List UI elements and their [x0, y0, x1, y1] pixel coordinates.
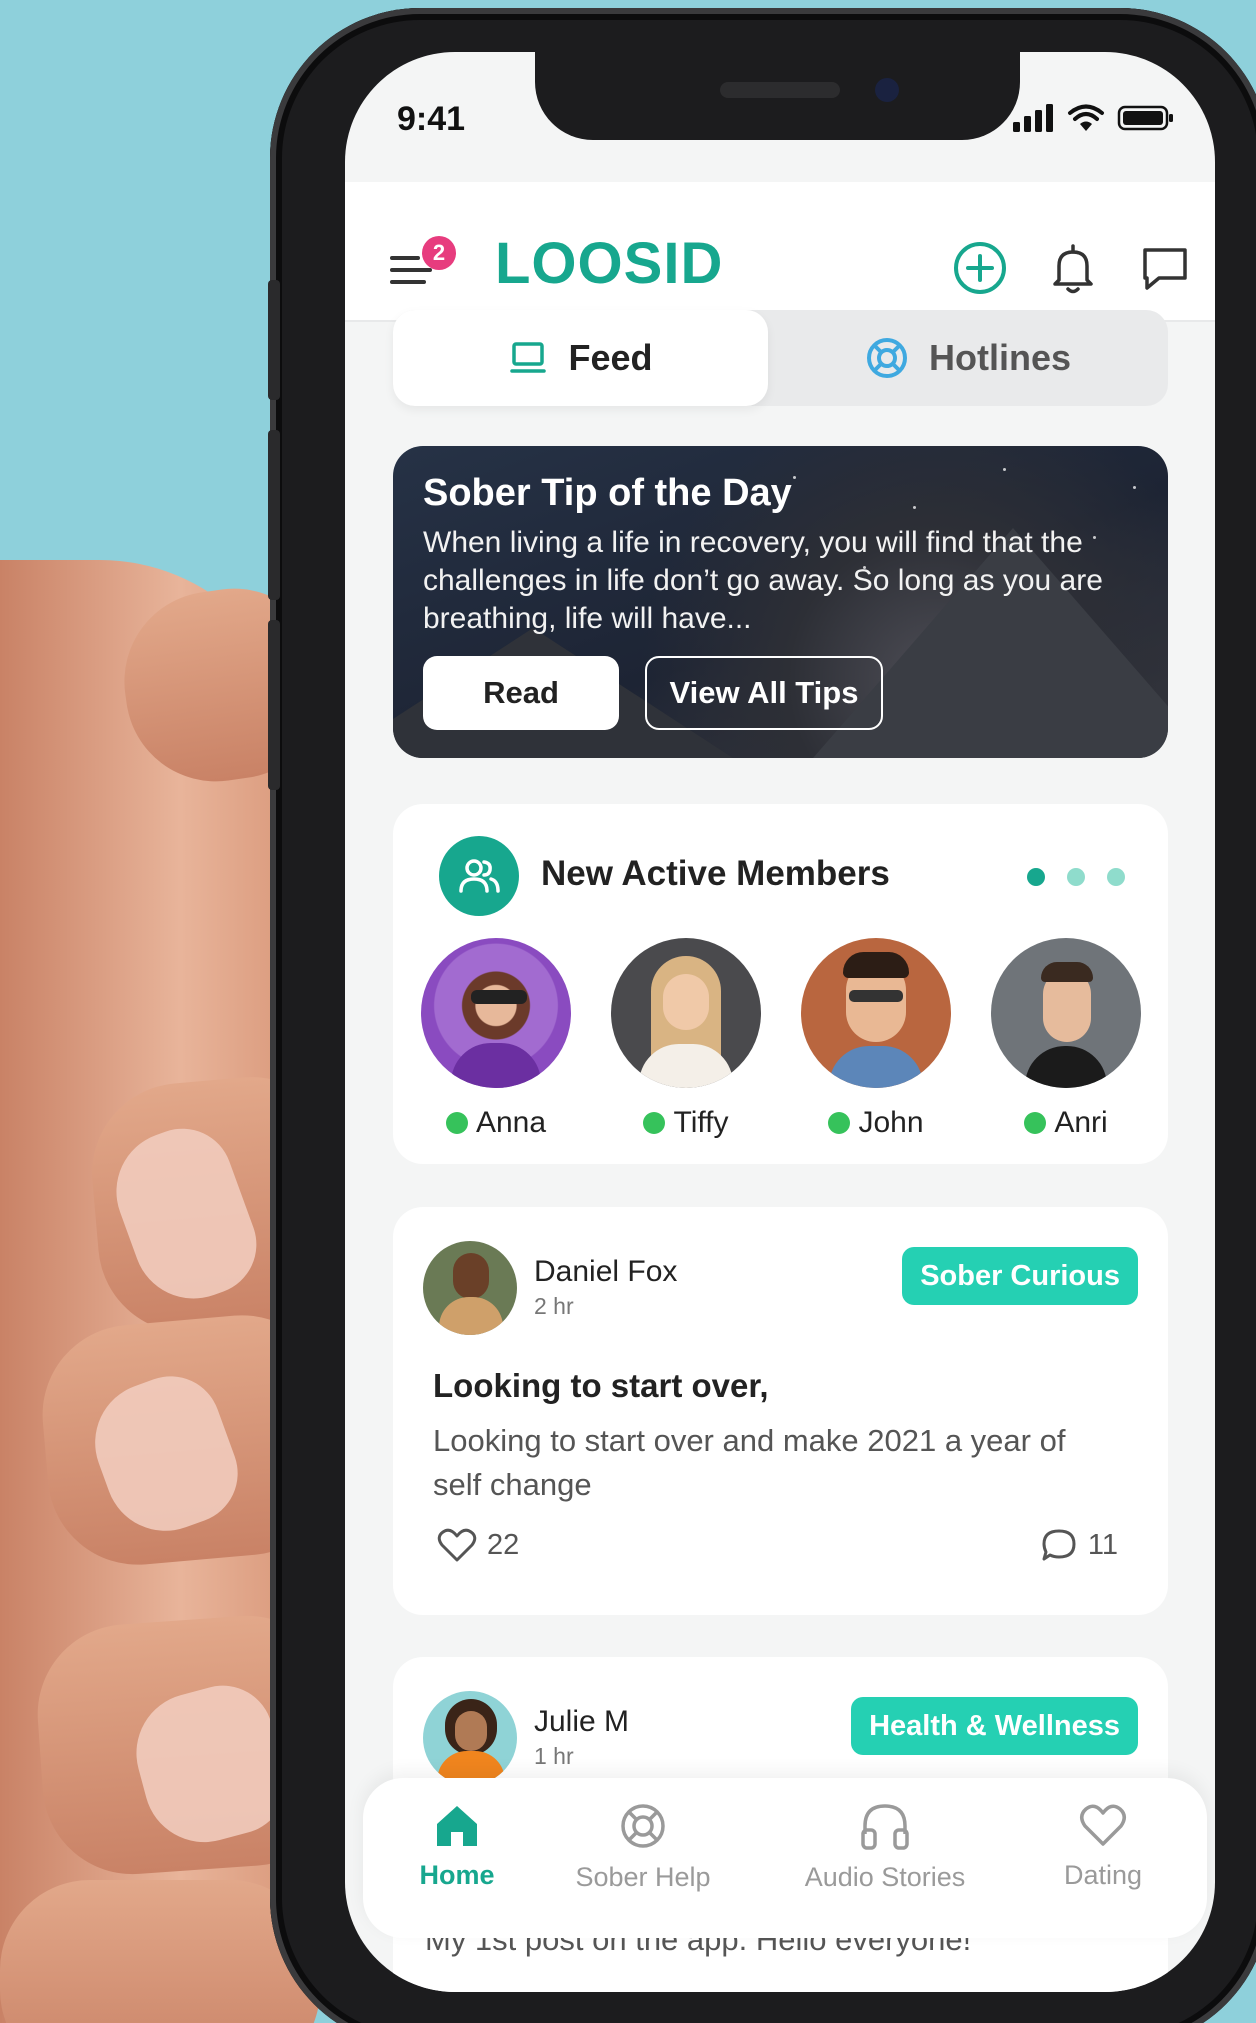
- app-logo: LOOSID: [495, 231, 724, 296]
- users-icon: [459, 859, 500, 893]
- member-name: John: [858, 1106, 924, 1139]
- member-name: Tiffy: [673, 1106, 729, 1139]
- heart-icon: [1080, 1804, 1126, 1846]
- bell-icon: [1053, 244, 1093, 294]
- comment-button[interactable]: 11: [1040, 1527, 1118, 1563]
- app-header: 2 LOOSID: [345, 182, 1215, 322]
- phone-side-button: [268, 620, 280, 790]
- tab-feed-label: Feed: [568, 337, 653, 378]
- post-author-name[interactable]: Julie M: [534, 1705, 629, 1739]
- avatar: [611, 938, 761, 1088]
- online-indicator: [1024, 1112, 1047, 1134]
- post-body: Looking to start over and make 2021 a ye…: [433, 1423, 1066, 1502]
- post-card[interactable]: Daniel Fox 2 hr Sober Curious Looking to…: [393, 1207, 1168, 1615]
- nav-sober-help[interactable]: Sober Help: [568, 1802, 718, 1893]
- headphones-icon: [861, 1804, 909, 1850]
- like-count: 22: [487, 1528, 520, 1561]
- members-icon-badge: [439, 836, 519, 916]
- wifi-icon: [1068, 104, 1104, 131]
- member-name: Anri: [1054, 1106, 1108, 1139]
- nav-dating[interactable]: Dating: [1043, 1802, 1163, 1891]
- phone-side-button: [268, 280, 280, 400]
- view-all-tips-button[interactable]: View All Tips: [645, 656, 883, 730]
- status-icons: [1011, 104, 1175, 132]
- nav-label: Sober Help: [575, 1862, 711, 1892]
- bottom-navigation: Home Sober Help Audio Stories Dating: [363, 1778, 1207, 1938]
- nav-label: Audio Stories: [804, 1862, 966, 1892]
- avatar: [801, 938, 951, 1088]
- tab-hotlines-label: Hotlines: [928, 337, 1071, 378]
- online-indicator: [828, 1112, 851, 1134]
- tip-text: When living a life in recovery, you will…: [423, 526, 1103, 635]
- plus-circle-icon: [954, 242, 1006, 294]
- member-name: Anna: [475, 1106, 547, 1139]
- post-author-avatar[interactable]: [423, 1241, 517, 1335]
- member-anri[interactable]: Anri: [991, 938, 1141, 1140]
- comment-icon: [1042, 1529, 1076, 1561]
- menu-button[interactable]: 2: [390, 236, 456, 302]
- app-screen: 9:41 2 LOOSID Feed Hotlines Sober Tip of…: [345, 52, 1215, 1992]
- home-icon: [437, 1806, 477, 1846]
- tab-feed[interactable]: Feed: [393, 310, 768, 406]
- tip-of-the-day-card: Sober Tip of the Day When living a life …: [393, 446, 1168, 758]
- lifebuoy-icon: [621, 1804, 665, 1848]
- like-button[interactable]: 22: [437, 1527, 519, 1563]
- post-author-avatar[interactable]: [423, 1691, 517, 1785]
- member-tiffy[interactable]: Tiffy: [611, 938, 761, 1140]
- carousel-dots[interactable]: [1027, 868, 1125, 886]
- carousel-dot[interactable]: [1027, 868, 1045, 886]
- tip-title: Sober Tip of the Day: [423, 472, 792, 514]
- read-tip-button[interactable]: Read: [423, 656, 619, 730]
- nav-label: Home: [419, 1860, 495, 1890]
- comment-count: 11: [1087, 1528, 1118, 1561]
- carousel-dot[interactable]: [1107, 868, 1125, 886]
- post-author-name[interactable]: Daniel Fox: [534, 1255, 677, 1289]
- avatar: [421, 938, 571, 1088]
- lifebuoy-icon: [866, 338, 907, 378]
- feed-tabs: Feed Hotlines: [393, 310, 1168, 406]
- tab-hotlines[interactable]: Hotlines: [768, 310, 1168, 406]
- post-category-tag[interactable]: Sober Curious: [902, 1247, 1138, 1305]
- status-time: 9:41: [397, 100, 466, 138]
- post-title: Looking to start over,: [433, 1367, 769, 1404]
- members-title: New Active Members: [541, 854, 890, 893]
- chat-icon: [1143, 248, 1187, 290]
- post-timestamp: 2 hr: [534, 1293, 574, 1319]
- heart-icon: [437, 1528, 477, 1562]
- nav-home[interactable]: Home: [397, 1802, 517, 1891]
- post-timestamp: 1 hr: [534, 1743, 574, 1769]
- battery-icon: [1117, 105, 1173, 131]
- signal-icon: [1013, 104, 1053, 132]
- add-post-button[interactable]: [952, 240, 1008, 296]
- notifications-button[interactable]: [1045, 240, 1101, 296]
- nav-audio-stories[interactable]: Audio Stories: [785, 1802, 985, 1893]
- avatar: [991, 938, 1141, 1088]
- new-active-members-card: New Active Members Anna Tiffy John Anri: [393, 804, 1168, 1164]
- nav-label: Dating: [1063, 1860, 1143, 1890]
- member-anna[interactable]: Anna: [421, 938, 571, 1140]
- carousel-dot[interactable]: [1067, 868, 1085, 886]
- phone-notch: [535, 52, 1020, 140]
- phone-side-button: [268, 430, 280, 600]
- notification-badge: 2: [422, 236, 456, 270]
- messages-button[interactable]: [1137, 240, 1193, 296]
- online-indicator: [643, 1112, 666, 1134]
- laptop-icon: [510, 342, 547, 373]
- post-category-tag[interactable]: Health & Wellness: [851, 1697, 1138, 1755]
- member-john[interactable]: John: [801, 938, 951, 1140]
- online-indicator: [445, 1112, 468, 1134]
